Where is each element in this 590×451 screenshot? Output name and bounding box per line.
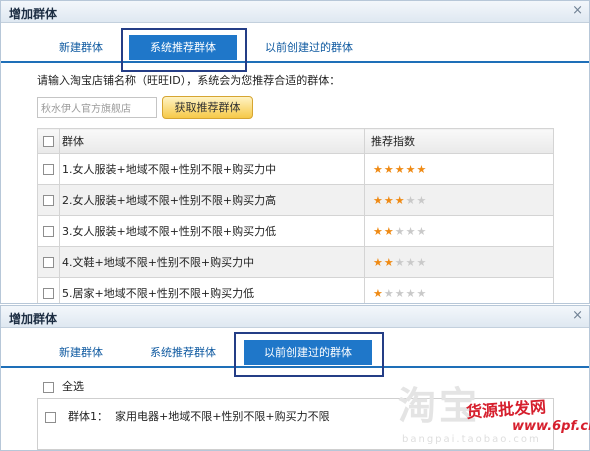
- star-icon: ★: [405, 193, 417, 207]
- tab-new-group[interactable]: 新建群体: [45, 35, 117, 60]
- star-icon: ★: [383, 193, 395, 207]
- star-icon: ★: [373, 286, 384, 300]
- table-row: 3.女人服装+地域不限+性别不限+购买力低 ★★★★★: [37, 215, 554, 247]
- row-checkbox[interactable]: [43, 226, 54, 237]
- shop-name-prompt: 请输入淘宝店铺名称（旺旺ID），系统会为您推荐合适的群体：: [37, 74, 341, 87]
- table-row: 4.文鞋+地域不限+性别不限+购买力中 ★★★★★: [37, 246, 554, 278]
- group-name: 5.居家+地域不限+性别不限+购买力低: [59, 277, 365, 303]
- group-name: 3.女人服装+地域不限+性别不限+购买力低: [59, 215, 365, 247]
- dialog-title: 增加群体: [9, 312, 58, 326]
- close-icon[interactable]: ×: [572, 3, 583, 18]
- star-icon: ★: [394, 193, 406, 207]
- recommend-table: 群体 推荐指数 1.女人服装+地域不限+性别不限+购买力中 ★★★★★ 2.女人服装…: [37, 128, 554, 303]
- get-recommend-button[interactable]: 获取推荐群体: [162, 96, 253, 119]
- star-icon: ★: [373, 162, 384, 176]
- select-all-row: 全选: [43, 378, 84, 394]
- group-value: 家用电器+地域不限+性别不限+购买力不限: [115, 410, 330, 423]
- tab-previous-groups[interactable]: 以前创建过的群体: [253, 35, 365, 60]
- table-row: 1.女人服装+地域不限+性别不限+购买力中 ★★★★★: [37, 153, 554, 185]
- star-icon: ★: [394, 224, 406, 238]
- star-icon: ★: [383, 255, 395, 269]
- group-name: 4.文鞋+地域不限+性别不限+购买力中: [59, 246, 365, 278]
- star-icon: ★: [416, 162, 428, 176]
- list-item: 群体1： 家用电器+地域不限+性别不限+购买力不限: [45, 408, 330, 424]
- star-icon: ★: [394, 255, 406, 269]
- star-icon: ★: [405, 224, 417, 238]
- star-icon: ★: [373, 255, 384, 269]
- dialog-title: 增加群体: [9, 7, 58, 21]
- group-name: 2.女人服装+地域不限+性别不限+购买力高: [59, 184, 365, 216]
- row-checkbox[interactable]: [43, 257, 54, 268]
- add-group-dialog-recommend: 增加群体 × 新建群体 系统推荐群体 以前创建过的群体 请输入淘宝店铺名称（旺旺…: [0, 0, 590, 304]
- table-header: 群体 推荐指数: [37, 128, 554, 154]
- tab-previous-groups[interactable]: 以前创建过的群体: [244, 340, 372, 365]
- row-checkbox[interactable]: [43, 195, 54, 206]
- group-name: 1.女人服装+地域不限+性别不限+购买力中: [59, 153, 365, 185]
- star-icon: ★: [416, 286, 428, 300]
- row-checkbox[interactable]: [43, 164, 54, 175]
- star-icon: ★: [383, 286, 395, 300]
- star-icon: ★: [373, 193, 384, 207]
- rating-stars: ★★★★★: [364, 184, 554, 216]
- star-icon: ★: [416, 224, 428, 238]
- star-icon: ★: [416, 193, 428, 207]
- select-all-checkbox[interactable]: [43, 381, 54, 393]
- star-icon: ★: [383, 224, 395, 238]
- star-icon: ★: [394, 286, 406, 300]
- tab-system-recommend[interactable]: 系统推荐群体: [129, 35, 237, 60]
- select-all-label: 全选: [62, 380, 84, 393]
- dialog-titlebar: 增加群体 ×: [1, 1, 589, 23]
- select-all-checkbox[interactable]: [43, 136, 54, 147]
- watermark-site-url: www.6pf.cn: [512, 419, 590, 434]
- star-icon: ★: [416, 255, 428, 269]
- table-row: 2.女人服装+地域不限+性别不限+购买力高 ★★★★★: [37, 184, 554, 216]
- table-row: 5.居家+地域不限+性别不限+购买力低 ★★★★★: [37, 277, 554, 303]
- tab-bar: 新建群体 系统推荐群体 以前创建过的群体: [1, 328, 589, 368]
- star-icon: ★: [405, 286, 417, 300]
- tab-system-recommend[interactable]: 系统推荐群体: [129, 340, 237, 365]
- star-icon: ★: [373, 224, 384, 238]
- rating-stars: ★★★★★: [364, 153, 554, 185]
- col-group: 群体: [59, 128, 365, 154]
- col-rating: 推荐指数: [364, 128, 554, 154]
- add-group-dialog-previous: 增加群体 × 新建群体 系统推荐群体 以前创建过的群体 全选 群体1： 家用电器…: [0, 305, 590, 451]
- rating-stars: ★★★★★: [364, 215, 554, 247]
- watermark-url: bangpai.taobao.com: [402, 434, 541, 445]
- tab-bar: 新建群体 系统推荐群体 以前创建过的群体: [1, 23, 589, 63]
- group-checkbox[interactable]: [45, 411, 56, 423]
- star-icon: ★: [383, 162, 395, 176]
- group-label: 群体1：: [68, 410, 108, 423]
- close-icon[interactable]: ×: [572, 308, 583, 323]
- dialog-titlebar: 增加群体 ×: [1, 306, 589, 328]
- row-checkbox[interactable]: [43, 288, 54, 299]
- star-icon: ★: [394, 162, 406, 176]
- tab-new-group[interactable]: 新建群体: [45, 340, 117, 365]
- shop-name-input[interactable]: [37, 97, 157, 118]
- rating-stars: ★★★★★: [364, 277, 554, 303]
- star-icon: ★: [405, 162, 417, 176]
- star-icon: ★: [405, 255, 417, 269]
- rating-stars: ★★★★★: [364, 246, 554, 278]
